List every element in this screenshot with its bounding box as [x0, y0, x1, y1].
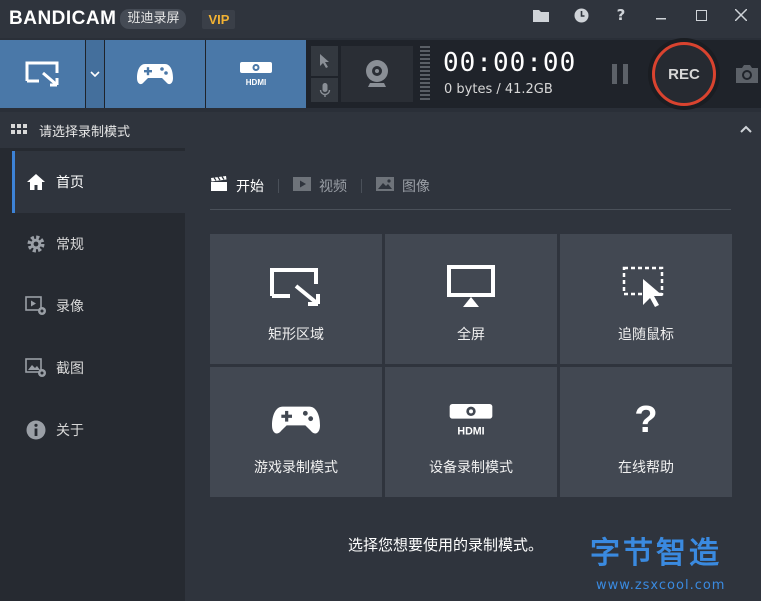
help-icon[interactable]: ? [601, 0, 641, 30]
tab-bar: 开始 视频 图像 [210, 176, 731, 210]
grid-icon [11, 124, 27, 136]
info-icon [24, 418, 48, 442]
rectangle-area-icon [25, 61, 58, 87]
card-game-mode[interactable]: 游戏录制模式 [210, 367, 382, 497]
sidebar-item-general[interactable]: 常规 [12, 213, 185, 275]
game-mode-button[interactable] [105, 40, 205, 108]
card-online-help[interactable]: ? 在线帮助 [560, 367, 732, 497]
hdmi-icon: HDMI [449, 404, 493, 438]
sidebar-item-label: 常规 [56, 237, 84, 253]
video-settings-icon [24, 294, 48, 318]
rectangle-mode-button[interactable] [0, 40, 85, 108]
card-label: 设备录制模式 [429, 460, 513, 476]
hdmi-icon: HDMI [240, 62, 272, 87]
card-fullscreen[interactable]: 全屏 [385, 234, 557, 364]
card-label: 全屏 [457, 327, 485, 343]
mode-dropdown-button[interactable] [86, 40, 104, 108]
tab-divider [278, 179, 279, 193]
microphone-toggle-button[interactable] [311, 78, 338, 102]
clock-icon[interactable] [561, 0, 601, 30]
sidebar-item-video[interactable]: 录像 [12, 275, 185, 337]
rectangle-area-icon [270, 268, 320, 306]
chevron-up-icon[interactable] [739, 122, 753, 136]
sidebar-item-label: 关于 [56, 423, 84, 439]
file-size-status: 0 bytes / 41.2GB [444, 82, 553, 97]
minimize-icon[interactable] [641, 0, 681, 30]
record-button-area: REC [644, 40, 724, 108]
gear-icon [24, 232, 48, 256]
record-toolbar: HDMI 00:00:00 0 bytes / 41.2GB REC [0, 40, 761, 108]
mode-header-title: 请选择录制模式 [39, 124, 131, 140]
card-device-mode[interactable]: HDMI 设备录制模式 [385, 367, 557, 497]
app-logo: BANDICAM [9, 8, 117, 29]
gamepad-icon [137, 64, 173, 85]
card-rectangle-area[interactable]: 矩形区域 [210, 234, 382, 364]
picture-icon [376, 177, 394, 191]
webcam-button[interactable] [341, 46, 413, 102]
pause-bar [623, 64, 628, 84]
watermark-title: 字节智造 [590, 536, 722, 571]
follow-mouse-icon [622, 266, 664, 307]
microphone-icon [319, 83, 330, 97]
mode-grid: 矩形区域 全屏 追随鼠标 游戏录制模式 HDMI 设备录制模式 ? 在线帮助 [210, 234, 732, 497]
vip-badge[interactable]: VIP [202, 9, 236, 29]
sidebar-item-about[interactable]: 关于 [12, 399, 185, 461]
clapper-icon [211, 176, 227, 191]
card-follow-mouse[interactable]: 追随鼠标 [560, 234, 732, 364]
tab-divider [361, 179, 362, 193]
rec-button[interactable]: REC [652, 42, 716, 106]
sidebar-item-home[interactable]: 首页 [12, 151, 185, 213]
mode-header: 请选择录制模式 [0, 112, 761, 148]
tab-label: 视频 [319, 179, 347, 195]
tab-start[interactable]: 开始 [210, 176, 264, 208]
card-label: 矩形区域 [268, 327, 324, 343]
gamepad-icon [272, 406, 320, 434]
tab-image[interactable]: 图像 [376, 176, 430, 208]
hdmi-text: HDMI [246, 78, 266, 87]
audio-level-meter [420, 46, 430, 102]
tab-label: 开始 [236, 179, 264, 195]
home-icon [24, 170, 48, 194]
maximize-icon[interactable] [681, 0, 721, 30]
device-mode-button[interactable]: HDMI [206, 40, 306, 108]
play-icon [293, 177, 311, 191]
sidebar-item-label: 截图 [56, 361, 84, 377]
screenshot-camera-icon[interactable] [734, 62, 760, 86]
question-icon: ? [634, 398, 658, 441]
app-logo-subtitle: 班迪录屏 [120, 9, 187, 29]
watermark-url: www.zsxcool.com [596, 578, 726, 593]
close-icon[interactable] [721, 0, 761, 30]
card-label: 在线帮助 [618, 460, 674, 476]
sidebar-item-label: 录像 [56, 299, 84, 315]
cursor-icon [319, 54, 329, 68]
image-settings-icon [24, 356, 48, 380]
webcam-icon [366, 60, 388, 87]
tab-label: 图像 [402, 179, 430, 195]
folder-icon[interactable] [521, 0, 561, 30]
hdmi-text: HDMI [457, 426, 484, 438]
recording-timer: 00:00:00 [443, 48, 577, 78]
sidebar-item-screenshot[interactable]: 截图 [12, 337, 185, 399]
monitor-icon [447, 265, 495, 307]
sidebar-item-label: 首页 [56, 175, 84, 191]
card-label: 游戏录制模式 [254, 460, 338, 476]
card-label: 追随鼠标 [618, 327, 674, 343]
pause-button[interactable] [612, 64, 630, 84]
chevron-down-icon [90, 71, 100, 77]
hint-text: 选择您想要使用的录制模式。 [348, 536, 544, 554]
tab-video[interactable]: 视频 [293, 176, 347, 208]
cursor-toggle-button[interactable] [311, 46, 338, 76]
sidebar: 首页 常规 录像 截图 关于 [0, 148, 185, 601]
pause-bar [612, 64, 617, 84]
title-bar: BANDICAM 班迪录屏 VIP ? [0, 0, 761, 38]
